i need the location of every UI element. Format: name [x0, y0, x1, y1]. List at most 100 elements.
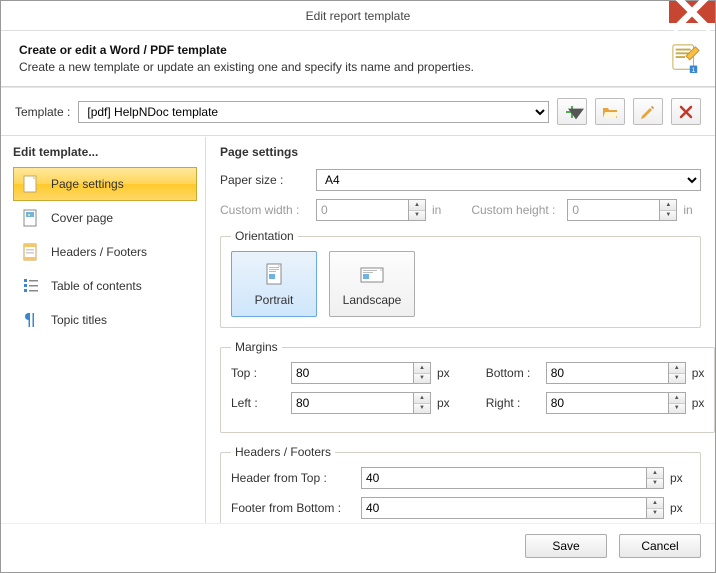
- custom-width-label: Custom width :: [220, 203, 316, 217]
- orientation-portrait-button[interactable]: Portrait: [231, 251, 317, 317]
- spin-up[interactable]: ▲: [647, 468, 663, 479]
- dialog-footer: Save Cancel: [1, 523, 715, 572]
- footer-from-bottom-input[interactable]: [361, 497, 646, 519]
- orientation-fieldset: Orientation Portrait Landscape: [220, 229, 701, 328]
- header-from-top-unit: px: [670, 471, 690, 485]
- paper-size-label: Paper size :: [220, 173, 316, 187]
- add-template-button[interactable]: [557, 98, 587, 125]
- custom-width-input: [316, 199, 408, 221]
- paper-size-select[interactable]: A4: [316, 169, 701, 191]
- spin-down[interactable]: ▼: [647, 509, 663, 519]
- spin-up[interactable]: ▲: [414, 393, 430, 404]
- header-title: Create or edit a Word / PDF template: [19, 43, 474, 57]
- sidebar-item-page-settings[interactable]: Page settings: [13, 167, 197, 201]
- margin-right-unit: px: [692, 396, 705, 410]
- spin-down[interactable]: ▼: [647, 479, 663, 489]
- portrait-page-icon: [260, 261, 288, 289]
- custom-width-stepper: ▲▼: [316, 199, 426, 221]
- dialog-window: Edit report template Create or edit a Wo…: [0, 0, 716, 573]
- folder-open-icon: [602, 104, 618, 120]
- custom-dims-row: Custom width : ▲▼ in Custom height : ▲▼ …: [220, 199, 701, 221]
- header-subtitle: Create a new template or update an exist…: [19, 60, 474, 74]
- titlebar: Edit report template: [1, 1, 715, 31]
- spin-up[interactable]: ▲: [669, 393, 685, 404]
- margin-top-label: Top :: [231, 366, 291, 380]
- margin-top-unit: px: [437, 366, 450, 380]
- chevron-down-icon: [568, 106, 584, 122]
- orientation-legend: Orientation: [231, 229, 298, 243]
- window-title: Edit report template: [1, 9, 715, 23]
- open-template-button[interactable]: [595, 98, 625, 125]
- margin-right-stepper[interactable]: ▲▼: [546, 392, 686, 414]
- header-from-top-label: Header from Top :: [231, 471, 361, 485]
- pilcrow-icon: [21, 310, 41, 330]
- sidebar-item-table-of-contents[interactable]: Table of contents: [13, 269, 197, 303]
- sidebar: Edit template... Page settings Cover pag…: [1, 137, 206, 523]
- save-button[interactable]: Save: [525, 534, 607, 558]
- spin-up[interactable]: ▲: [647, 498, 663, 509]
- toc-icon: [21, 276, 41, 296]
- header-from-top-stepper[interactable]: ▲▼: [361, 467, 664, 489]
- spin-down[interactable]: ▼: [669, 404, 685, 414]
- sidebar-item-headers-footers[interactable]: Headers / Footers: [13, 235, 197, 269]
- margin-right-label: Right :: [486, 396, 546, 410]
- headers-footers-icon: [21, 242, 41, 262]
- margin-bottom-stepper[interactable]: ▲▼: [546, 362, 686, 384]
- spin-up[interactable]: ▲: [414, 363, 430, 374]
- pencil-icon: [640, 104, 656, 120]
- sidebar-item-label: Page settings: [51, 177, 124, 191]
- margin-bottom-unit: px: [692, 366, 705, 380]
- template-label: Template :: [15, 105, 70, 119]
- orientation-portrait-label: Portrait: [255, 293, 294, 307]
- body: Edit template... Page settings Cover pag…: [1, 136, 715, 523]
- close-icon: [669, 0, 715, 35]
- orientation-landscape-label: Landscape: [343, 293, 402, 307]
- page-settings-title: Page settings: [220, 145, 701, 159]
- header-from-top-input[interactable]: [361, 467, 646, 489]
- spin-up: ▲: [660, 200, 676, 211]
- spin-down: ▼: [660, 211, 676, 221]
- spin-down: ▼: [409, 211, 425, 221]
- delete-icon: [678, 104, 694, 120]
- footer-from-bottom-stepper[interactable]: ▲▼: [361, 497, 664, 519]
- edit-template-button[interactable]: [633, 98, 663, 125]
- main-panel: Page settings Paper size : A4 Custom wid…: [206, 137, 715, 523]
- template-select[interactable]: [pdf] HelpNDoc template: [78, 101, 549, 123]
- svg-text:1: 1: [692, 67, 696, 73]
- margin-right-input[interactable]: [546, 392, 668, 414]
- sidebar-item-label: Table of contents: [51, 279, 142, 293]
- margin-top-input[interactable]: [291, 362, 413, 384]
- sidebar-item-label: Cover page: [51, 211, 113, 225]
- cover-page-icon: [21, 208, 41, 228]
- headers-footers-fieldset: Headers / Footers Header from Top : ▲▼ p…: [220, 445, 701, 523]
- delete-template-button[interactable]: [671, 98, 701, 125]
- margins-legend: Margins: [231, 340, 282, 354]
- orientation-landscape-button[interactable]: Landscape: [329, 251, 415, 317]
- margin-left-unit: px: [437, 396, 450, 410]
- paper-size-row: Paper size : A4: [220, 169, 701, 191]
- spin-down[interactable]: ▼: [414, 404, 430, 414]
- page-icon: [21, 174, 41, 194]
- spin-up[interactable]: ▲: [669, 363, 685, 374]
- landscape-page-icon: [358, 261, 386, 289]
- margin-left-stepper[interactable]: ▲▼: [291, 392, 431, 414]
- sidebar-item-label: Headers / Footers: [51, 245, 147, 259]
- margin-bottom-input[interactable]: [546, 362, 668, 384]
- margin-left-input[interactable]: [291, 392, 413, 414]
- margin-top-stepper[interactable]: ▲▼: [291, 362, 431, 384]
- sidebar-item-label: Topic titles: [51, 313, 107, 327]
- spin-down[interactable]: ▼: [414, 374, 430, 384]
- footer-from-bottom-label: Footer from Bottom :: [231, 501, 361, 515]
- margin-left-label: Left :: [231, 396, 291, 410]
- margins-fieldset: Margins Top : ▲▼ px Bottom : ▲▼ px: [220, 340, 715, 433]
- hf-legend: Headers / Footers: [231, 445, 335, 459]
- custom-width-unit: in: [432, 203, 441, 217]
- spin-down[interactable]: ▼: [669, 374, 685, 384]
- sidebar-item-cover-page[interactable]: Cover page: [13, 201, 197, 235]
- custom-height-stepper: ▲▼: [567, 199, 677, 221]
- window-close-button[interactable]: [669, 1, 715, 23]
- cancel-button[interactable]: Cancel: [619, 534, 701, 558]
- sidebar-title: Edit template...: [13, 145, 197, 159]
- margin-bottom-label: Bottom :: [486, 366, 546, 380]
- sidebar-item-topic-titles[interactable]: Topic titles: [13, 303, 197, 337]
